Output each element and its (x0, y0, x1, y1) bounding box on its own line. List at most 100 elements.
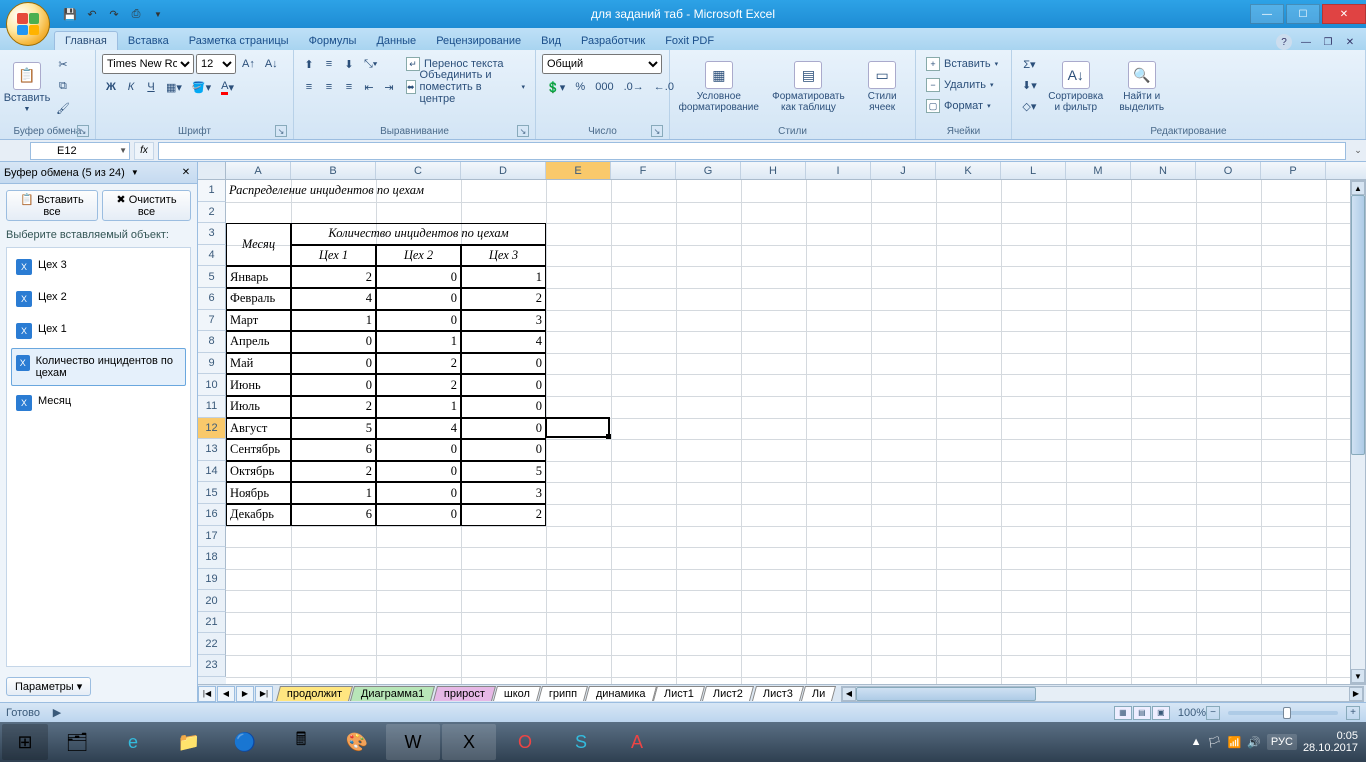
ribbon-tab-8[interactable]: Foxit PDF (655, 32, 724, 50)
sheet-tab[interactable]: прирост (433, 686, 496, 701)
cell[interactable]: 2 (376, 353, 461, 375)
ribbon-tab-3[interactable]: Формулы (299, 32, 367, 50)
cell[interactable]: Месяц (226, 223, 291, 266)
ribbon-tab-5[interactable]: Рецензирование (426, 32, 531, 50)
cell[interactable]: 3 (461, 310, 546, 332)
cell[interactable]: 0 (376, 504, 461, 526)
sheet-nav-first[interactable]: |◀ (198, 686, 216, 702)
taskbar-skype[interactable]: S (554, 724, 608, 760)
row-header[interactable]: 17 (198, 526, 226, 548)
cut-icon[interactable]: ✂ (52, 54, 74, 74)
column-header[interactable]: C (376, 162, 461, 179)
cell[interactable]: 0 (376, 461, 461, 483)
spreadsheet-grid[interactable]: ABCDEFGHIJKLMNOP 12345678910111213141516… (198, 162, 1366, 702)
sheet-tab[interactable]: школ (493, 686, 541, 701)
cell[interactable]: Январь (226, 266, 291, 288)
copy-icon[interactable]: ⧉ (52, 76, 74, 96)
cell[interactable]: Март (226, 310, 291, 332)
increase-decimal-icon[interactable]: .0→ (620, 77, 648, 97)
save-icon[interactable]: 💾 (60, 4, 80, 24)
cell[interactable]: 0 (376, 266, 461, 288)
normal-view-icon[interactable]: ▦ (1114, 706, 1132, 720)
column-header[interactable]: I (806, 162, 871, 179)
ribbon-tab-2[interactable]: Разметка страницы (179, 32, 299, 50)
format-as-table-button[interactable]: ▤Форматировать как таблицу (766, 54, 852, 120)
row-header[interactable]: 13 (198, 439, 226, 461)
cell[interactable]: Цех 1 (291, 245, 376, 267)
close-button[interactable]: ✕ (1322, 4, 1366, 24)
underline-button[interactable]: Ч (142, 77, 160, 97)
font-size-select[interactable]: 12 (196, 54, 236, 74)
clipboard-item[interactable]: XКоличество инцидентов по цехам (11, 348, 186, 386)
row-header[interactable]: 15 (198, 482, 226, 504)
cell[interactable]: Октябрь (226, 461, 291, 483)
minimize-button[interactable]: — (1250, 4, 1284, 24)
cell[interactable]: 0 (376, 439, 461, 461)
taskbar-explorer[interactable]: 📁 (162, 724, 216, 760)
cell[interactable]: 0 (376, 310, 461, 332)
fill-color-icon[interactable]: 🪣▾ (188, 77, 215, 97)
row-header[interactable]: 10 (198, 374, 226, 396)
clipboard-item[interactable]: XМесяц (11, 388, 186, 418)
paste-button[interactable]: 📋 Вставить ▼ (6, 54, 48, 120)
taskpane-menu-icon[interactable]: ▼ (129, 167, 141, 179)
ribbon-tab-6[interactable]: Вид (531, 32, 571, 50)
number-launcher[interactable]: ↘ (651, 125, 663, 137)
cell[interactable]: 4 (291, 288, 376, 310)
macro-record-icon[interactable]: ▶ (48, 703, 66, 723)
minimize-ribbon-icon[interactable]: — (1298, 34, 1314, 50)
zoom-slider[interactable] (1228, 711, 1338, 715)
row-header[interactable]: 21 (198, 612, 226, 634)
cell[interactable]: Ноябрь (226, 482, 291, 504)
autosum-icon[interactable]: Σ▾ (1018, 54, 1041, 74)
paste-all-button[interactable]: 📋 Вставить все (6, 190, 98, 221)
cell[interactable]: 0 (461, 396, 546, 418)
cell[interactable]: 1 (461, 266, 546, 288)
row-header[interactable]: 3 (198, 223, 226, 245)
help-icon[interactable]: ? (1276, 34, 1292, 50)
format-cells-button[interactable]: ▢Формат▾ (922, 96, 995, 116)
column-header[interactable]: E (546, 162, 611, 179)
comma-icon[interactable]: 000 (591, 77, 617, 97)
sheet-nav-prev[interactable]: ◀ (217, 686, 235, 702)
cell[interactable]: 6 (291, 504, 376, 526)
ribbon-tab-7[interactable]: Разработчик (571, 32, 655, 50)
delete-cells-button[interactable]: −Удалить▾ (922, 75, 998, 95)
taskbar-acrobat[interactable]: A (610, 724, 664, 760)
conditional-format-button[interactable]: ▦Условное форматирование (676, 54, 762, 120)
sheet-tab[interactable]: Лист1 (653, 686, 705, 701)
taskbar-app2[interactable]: 🔵 (218, 724, 272, 760)
sheet-nav-next[interactable]: ▶ (236, 686, 254, 702)
column-header[interactable]: L (1001, 162, 1066, 179)
row-header[interactable]: 11 (198, 396, 226, 418)
cell[interactable]: 2 (461, 288, 546, 310)
column-header[interactable]: D (461, 162, 546, 179)
align-center-icon[interactable]: ≡ (320, 77, 338, 97)
qat-customize-icon[interactable]: ▼ (148, 4, 168, 24)
cell[interactable]: 1 (376, 331, 461, 353)
cell[interactable]: 2 (291, 396, 376, 418)
format-painter-icon[interactable]: 🖌 (52, 98, 74, 118)
office-button[interactable] (6, 2, 50, 46)
tray-flag-icon[interactable]: 🏳 (1208, 736, 1222, 749)
grow-font-icon[interactable]: A↑ (238, 54, 259, 74)
column-header[interactable]: N (1131, 162, 1196, 179)
cell[interactable]: 1 (291, 310, 376, 332)
cell[interactable]: 2 (376, 374, 461, 396)
taskbar-paint[interactable]: 🎨 (330, 724, 384, 760)
row-header[interactable]: 8 (198, 331, 226, 353)
sheet-tab[interactable]: грипп (538, 686, 588, 701)
row-header[interactable]: 22 (198, 633, 226, 655)
cell[interactable]: 3 (461, 482, 546, 504)
undo-icon[interactable]: ↶ (82, 4, 102, 24)
row-header[interactable]: 1 (198, 180, 226, 202)
cell[interactable]: 5 (461, 461, 546, 483)
borders-icon[interactable]: ▦▾ (162, 77, 186, 97)
cell[interactable]: Декабрь (226, 504, 291, 526)
taskbar-ie[interactable]: e (106, 724, 160, 760)
percent-icon[interactable]: % (571, 77, 589, 97)
sheet-nav-last[interactable]: ▶| (255, 686, 273, 702)
zoom-in-button[interactable]: + (1346, 706, 1360, 720)
font-launcher[interactable]: ↘ (275, 125, 287, 137)
cell[interactable]: 0 (376, 288, 461, 310)
